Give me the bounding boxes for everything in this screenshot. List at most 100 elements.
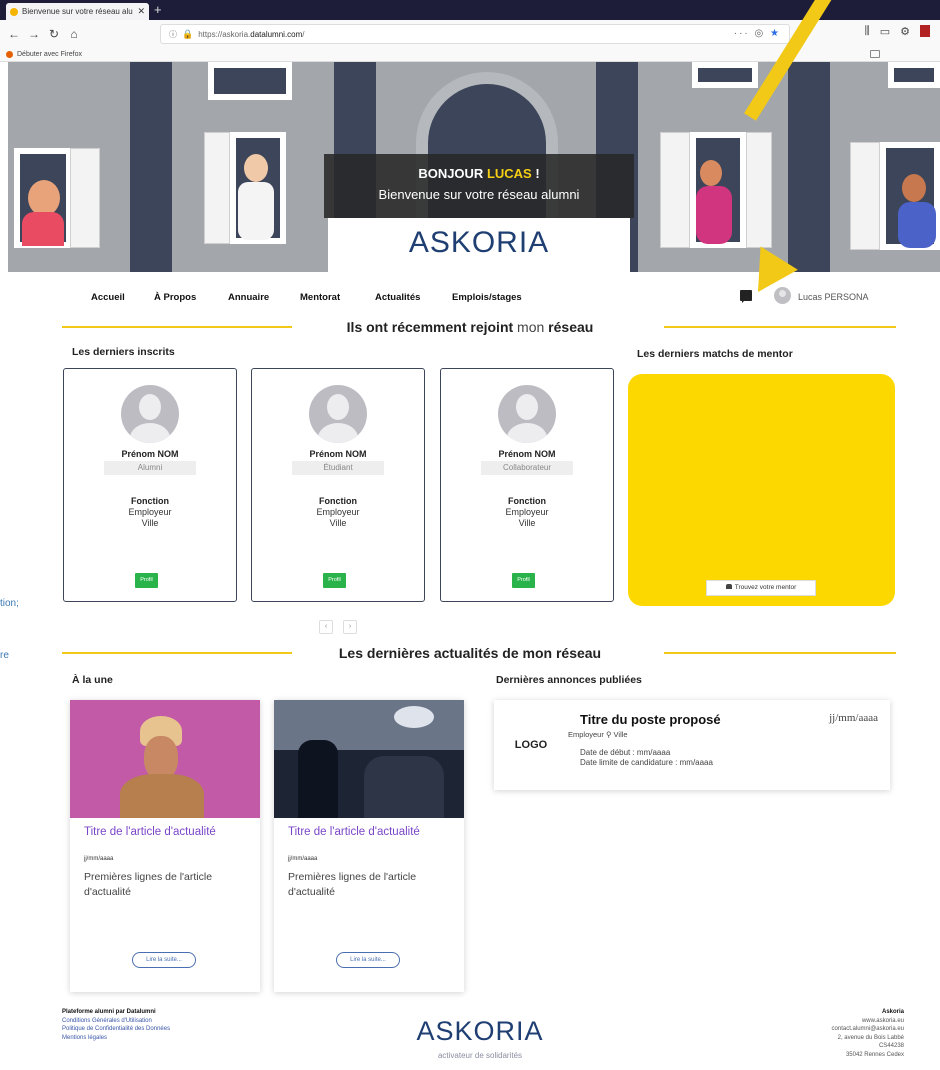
job-employer-name: Employeur xyxy=(568,730,604,739)
user-avatar[interactable] xyxy=(774,287,791,304)
nav-emplois-stages[interactable]: Emplois/stages xyxy=(452,292,522,303)
library-icon[interactable]: ⫼ xyxy=(865,25,870,38)
member-city: Ville xyxy=(329,518,347,528)
read-more-button[interactable]: Lire la suite... xyxy=(336,952,400,968)
news-card[interactable]: Titre de l'article d'actualité jj/mm/aaa… xyxy=(274,700,464,992)
nav-mentorat[interactable]: Mentorat xyxy=(300,292,340,303)
browser-tab[interactable]: Bienvenue sur votre réseau alu ✕ xyxy=(6,3,149,20)
nav-accueil[interactable]: Accueil xyxy=(91,292,125,303)
window-illustration xyxy=(208,62,292,100)
job-date: jj/mm/aaaa xyxy=(829,712,878,724)
info-icon[interactable]: ⓘ xyxy=(169,29,177,40)
nav-annuaire[interactable]: Annuaire xyxy=(228,292,269,303)
toolbar-right: ⫼ ▭ ⚙ xyxy=(865,25,930,38)
lock-icon: 🔒 xyxy=(182,28,194,39)
member-card: Prénom NOM Étudiant Fonction Employeur V… xyxy=(251,368,425,602)
news-section-title: Les dernières actualités de mon réseau xyxy=(338,645,602,661)
news-image xyxy=(70,700,260,818)
find-mentor-label: Trouvez votre mentor xyxy=(734,584,797,591)
latest-jobs-heading: Dernières annonces publiées xyxy=(496,674,642,686)
footer-link-privacy[interactable]: Politique de Confidentialité des Données xyxy=(62,1025,170,1034)
job-offer-card[interactable]: LOGO Titre du poste proposé jj/mm/aaaa E… xyxy=(494,700,890,790)
carousel-next-button[interactable]: › xyxy=(343,620,357,634)
url-bar[interactable]: ⓘ 🔒 https://askoria. datalumni.com / ··· ◎… xyxy=(160,24,790,44)
reload-icon[interactable]: ↻ xyxy=(44,27,64,41)
hero-banner: BONJOUR LUCAS ! Bienvenue sur votre rése… xyxy=(8,62,940,272)
member-card: Prénom NOM Alumni Fonction Employeur Vil… xyxy=(63,368,237,602)
avatar-placeholder-icon xyxy=(309,385,367,443)
news-card[interactable]: Titre de l'article d'actualité jj/mm/aaa… xyxy=(70,700,260,992)
headlines-heading: À la une xyxy=(72,674,113,686)
news-date: jj/mm/aaaa xyxy=(84,856,114,862)
pocket-icon[interactable]: ◎ xyxy=(755,28,766,39)
footer-city: 35042 Rennes Cedex xyxy=(845,1051,904,1058)
extension-icon[interactable]: ⚙ xyxy=(900,25,910,38)
profile-button[interactable]: Profil xyxy=(512,573,535,588)
nav-a-propos[interactable]: À Propos xyxy=(154,292,196,303)
company-logo: LOGO xyxy=(500,712,562,778)
avatar-placeholder-icon xyxy=(121,385,179,443)
title-part: réseau xyxy=(548,319,594,335)
member-name: Prénom NOM xyxy=(498,449,556,459)
job-title[interactable]: Titre du poste proposé xyxy=(580,712,721,727)
messages-icon[interactable] xyxy=(740,290,752,303)
footer-contact: Askoria www.askoria.eu contact.alumni@as… xyxy=(832,1008,904,1059)
profile-button[interactable]: Profil xyxy=(135,573,158,588)
member-card: Prénom NOM Collaborateur Fonction Employ… xyxy=(440,368,614,602)
footer-tagline: activateur de solidarités xyxy=(437,1051,523,1060)
forward-icon[interactable]: → xyxy=(24,27,44,41)
back-icon[interactable]: ← xyxy=(4,27,24,41)
carousel-prev-button[interactable]: ‹ xyxy=(319,620,333,634)
mentor-match-panel: Trouvez votre mentor xyxy=(628,374,895,606)
favicon-icon xyxy=(10,7,18,16)
building-pillar xyxy=(788,62,830,272)
home-icon[interactable]: ⌂ xyxy=(64,27,84,41)
member-city: Ville xyxy=(518,518,536,528)
latest-members-heading: Les derniers inscrits xyxy=(72,346,175,358)
news-title[interactable]: Titre de l'article d'actualité xyxy=(84,826,249,839)
bookmark-star-icon[interactable]: ★ xyxy=(770,28,781,39)
footer-platform-credit: Plateforme alumni par Datalumni xyxy=(62,1009,156,1015)
offscreen-text-fragment: tion; xyxy=(0,598,19,609)
person-illustration xyxy=(244,154,268,182)
window-shutter xyxy=(746,132,772,248)
welcome-text: Bienvenue sur votre réseau alumni xyxy=(378,187,580,202)
nav-actualites[interactable]: Actualités xyxy=(375,292,420,303)
find-mentor-button[interactable]: Trouvez votre mentor xyxy=(706,580,816,596)
news-title[interactable]: Titre de l'article d'actualité xyxy=(288,826,453,839)
window-shutter xyxy=(850,142,880,250)
title-part: Ils ont récemment rejoint xyxy=(346,319,514,335)
url-domain: datalumni.com xyxy=(250,29,303,39)
profile-button[interactable]: Profil xyxy=(323,573,346,588)
url-actions: ··· ◎ ★ xyxy=(734,28,781,39)
mentor-matches-heading: Les derniers matchs de mentor xyxy=(637,348,793,360)
member-city: Ville xyxy=(141,518,159,528)
firefox-icon xyxy=(6,51,13,58)
news-date: jj/mm/aaaa xyxy=(288,856,318,862)
member-function: Fonction xyxy=(508,496,546,506)
member-function: Fonction xyxy=(131,496,169,506)
bookmark-getting-started[interactable]: Débuter avec Firefox xyxy=(17,51,82,58)
window-shutter xyxy=(204,132,230,244)
footer-website[interactable]: www.askoria.eu xyxy=(832,1017,904,1026)
user-name[interactable]: Lucas PERSONA xyxy=(798,292,869,302)
member-role: Collaborateur xyxy=(481,461,573,475)
footer-link-cgu[interactable]: Conditions Générales d'Utilisation xyxy=(62,1017,170,1026)
building-pillar xyxy=(130,62,172,272)
askoria-logo: ASKORIA xyxy=(328,218,630,272)
read-more-button[interactable]: Lire la suite... xyxy=(132,952,196,968)
bookmark-folder-icon[interactable] xyxy=(870,50,880,58)
pdf-extension-icon[interactable] xyxy=(920,25,930,37)
footer-email[interactable]: contact.alumni@askoria.eu xyxy=(832,1025,904,1034)
member-name: Prénom NOM xyxy=(121,449,179,459)
member-employer: Employeur xyxy=(128,507,172,517)
close-tab-icon[interactable]: ✕ xyxy=(137,6,145,17)
member-role: Alumni xyxy=(104,461,196,475)
greeting: BONJOUR LUCAS ! xyxy=(324,166,634,181)
footer-link-legal[interactable]: Mentions légales xyxy=(62,1034,170,1043)
sidebar-icon[interactable]: ▭ xyxy=(880,25,890,38)
page-actions-icon[interactable]: ··· xyxy=(734,28,750,39)
person-illustration xyxy=(696,186,732,244)
member-employer: Employeur xyxy=(316,507,360,517)
new-tab-button[interactable]: + xyxy=(154,2,162,17)
